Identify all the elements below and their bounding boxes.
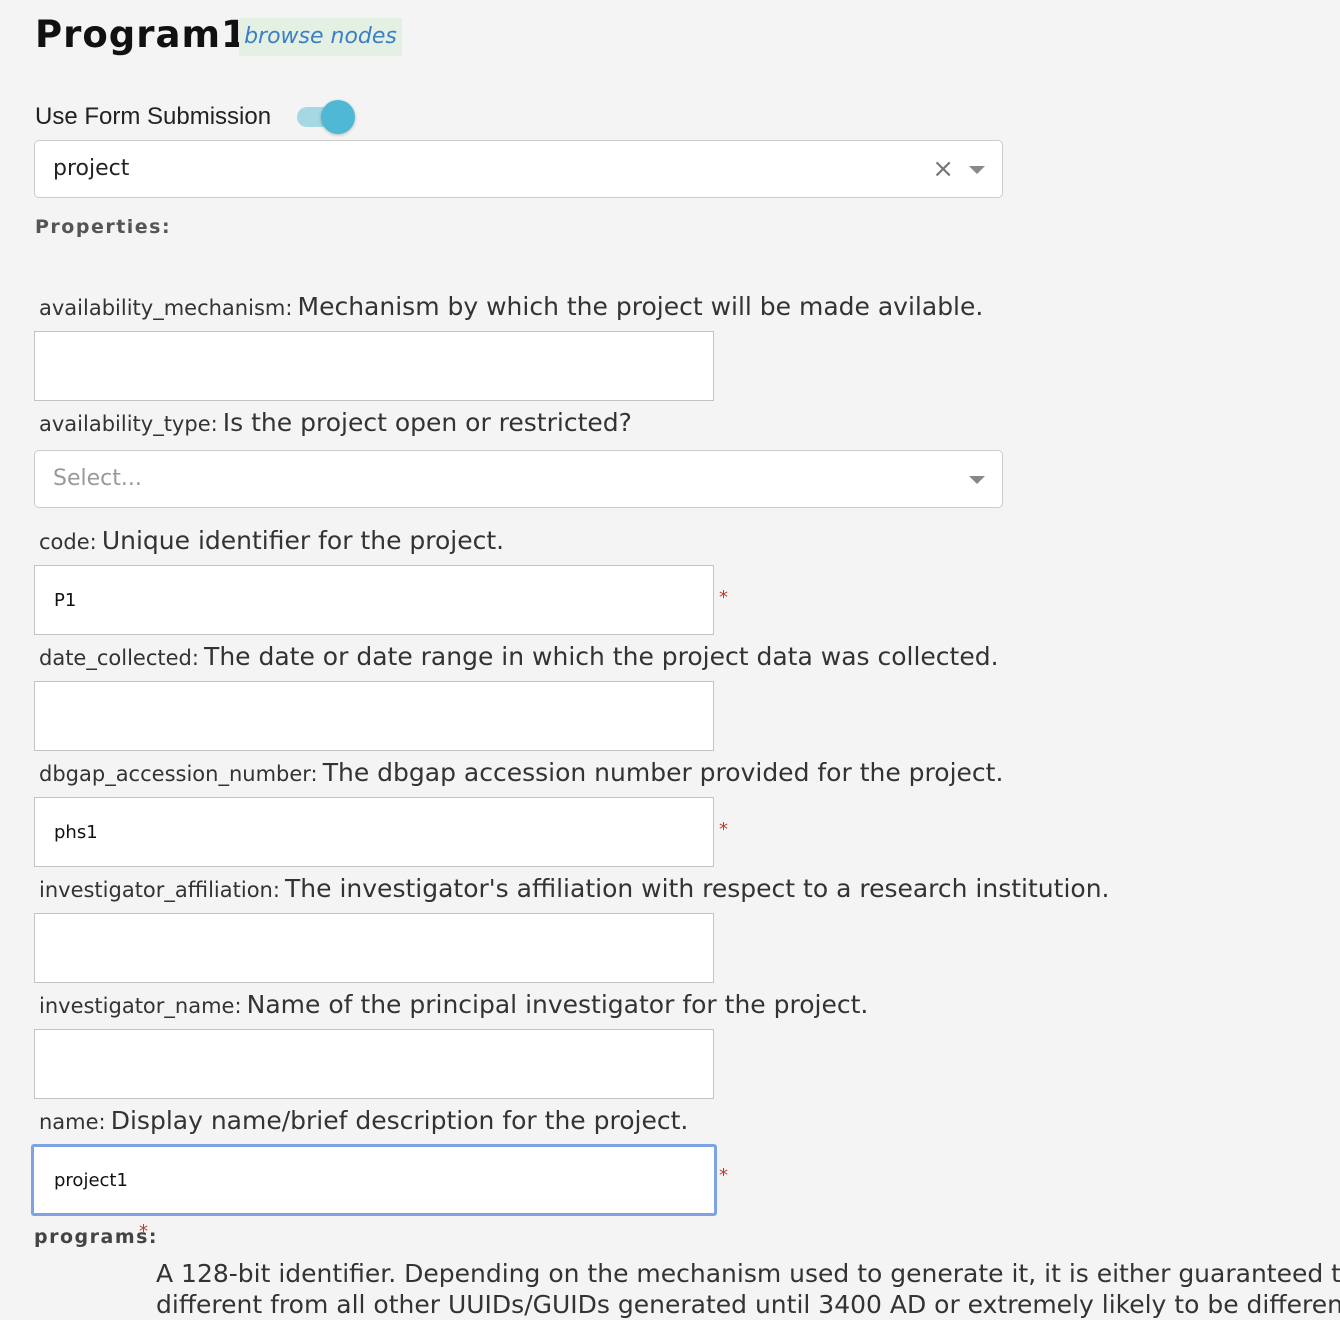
- field-description: The date or date range in which the proj…: [204, 642, 999, 671]
- form-submission-label: Use Form Submission: [35, 103, 272, 130]
- availability-type-label: availability_type: Is the project open o…: [39, 408, 632, 437]
- properties-heading: Properties:: [35, 216, 172, 238]
- node-type-select[interactable]: project ×: [34, 140, 1003, 198]
- required-marker: *: [719, 587, 728, 608]
- field-description: Mechanism by which the project will be m…: [297, 292, 984, 321]
- programs-description-line: different from all other UUIDs/GUIDs gen…: [156, 1290, 1340, 1319]
- investigator-affiliation-input[interactable]: [34, 913, 714, 983]
- chevron-down-icon[interactable]: [969, 476, 985, 484]
- field-key: availability_type:: [39, 412, 218, 436]
- field-key: availability_mechanism:: [39, 296, 293, 320]
- toggle-knob: [321, 100, 355, 134]
- field-key: investigator_affiliation:: [39, 878, 280, 902]
- field-key: date_collected:: [39, 646, 199, 670]
- name-label: name: Display name/brief description for…: [39, 1106, 688, 1135]
- field-description: Is the project open or restricted?: [222, 408, 632, 437]
- field-description: Unique identifier for the project.: [101, 526, 505, 555]
- clear-icon[interactable]: ×: [932, 141, 954, 197]
- code-label: code: Unique identifier for the project.: [39, 526, 504, 555]
- chevron-down-icon[interactable]: [969, 166, 985, 174]
- field-key: dbgap_accession_number:: [39, 762, 318, 786]
- submission-page: Program1 browse nodes Use Form Submissio…: [0, 0, 1340, 1319]
- investigator-name-input[interactable]: [34, 1029, 714, 1099]
- page-title: Program1: [35, 13, 248, 56]
- programs-description: A 128-bit identifier. Depending on the m…: [156, 1258, 1340, 1320]
- field-description: Display name/brief description for the p…: [110, 1106, 689, 1135]
- field-description: The dbgap accession number provided for …: [322, 758, 1004, 787]
- availability-type-select[interactable]: Select...: [34, 450, 1003, 508]
- required-marker: *: [719, 1165, 728, 1186]
- node-type-value: project: [53, 156, 130, 181]
- date-collected-input[interactable]: [34, 681, 714, 751]
- date-collected-label: date_collected: The date or date range i…: [39, 642, 999, 671]
- browse-nodes-link[interactable]: browse nodes: [239, 18, 402, 56]
- programs-description-line: A 128-bit identifier. Depending on the m…: [156, 1259, 1340, 1288]
- field-key: name:: [39, 1110, 106, 1134]
- field-key: code:: [39, 530, 97, 554]
- availability-mechanism-label: availability_mechanism: Mechanism by whi…: [39, 292, 983, 321]
- code-input[interactable]: [34, 565, 714, 635]
- name-input[interactable]: [31, 1144, 717, 1216]
- required-marker: *: [139, 1221, 148, 1242]
- required-marker: *: [719, 819, 728, 840]
- field-key: investigator_name:: [39, 994, 242, 1018]
- dbgap-accession-number-label: dbgap_accession_number: The dbgap access…: [39, 758, 1003, 787]
- field-description: The investigator's affiliation with resp…: [285, 874, 1110, 903]
- availability-mechanism-input[interactable]: [34, 331, 714, 401]
- availability-type-placeholder: Select...: [53, 466, 142, 491]
- investigator-name-label: investigator_name: Name of the principal…: [39, 990, 868, 1019]
- field-description: Name of the principal investigator for t…: [246, 990, 869, 1019]
- form-submission-toggle[interactable]: [297, 100, 357, 134]
- investigator-affiliation-label: investigator_affiliation: The investigat…: [39, 874, 1109, 903]
- dbgap-accession-number-input[interactable]: [34, 797, 714, 867]
